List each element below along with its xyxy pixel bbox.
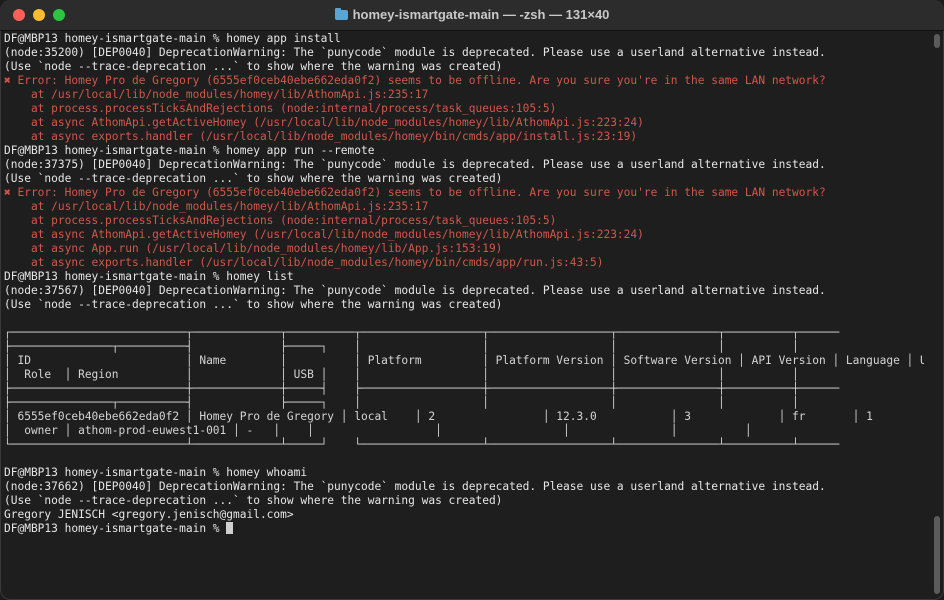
line-text: │ owner │ athom-prod-euwest1-001 │ - │ │… <box>4 424 752 437</box>
error-line: at async AthomApi.getActiveHomey (/usr/l… <box>4 116 924 130</box>
table-line: │ 6555ef0ceb40ebe662eda0f2 │ Homey Pro d… <box>4 410 924 424</box>
line-text: (Use `node --trace-deprecation ...` to s… <box>4 494 503 507</box>
terminal-window: homey-ismartgate-main — -zsh — 131×40 DF… <box>0 0 944 600</box>
error-line: at async exports.handler (/usr/local/lib… <box>4 256 924 270</box>
line-text: Gregory JENISCH <gregory.jenisch@gmail.c… <box>4 508 294 521</box>
table-line: ┌──────────────────────────┬────────────… <box>4 326 924 340</box>
output-line: (node:37567) [DEP0040] DeprecationWarnin… <box>4 284 924 298</box>
table-line: │ ID │ Name │ │ Platform │ Platform Vers… <box>4 354 924 368</box>
command-line: DF@MBP13 homey-ismartgate-main % homey a… <box>4 32 924 46</box>
line-text: DF@MBP13 homey-ismartgate-main % homey w… <box>4 466 308 479</box>
line-text: (node:37662) [DEP0040] DeprecationWarnin… <box>4 480 826 493</box>
line-text: (Use `node --trace-deprecation ...` to s… <box>4 298 503 311</box>
error-line: at async AthomApi.getActiveHomey (/usr/l… <box>4 228 924 242</box>
window-title: homey-ismartgate-main — -zsh — 131×40 <box>0 7 944 22</box>
output-line: Gregory JENISCH <gregory.jenisch@gmail.c… <box>4 508 924 522</box>
text-cursor <box>226 522 234 534</box>
line-text: at process.processTicksAndRejections (no… <box>4 102 557 115</box>
error-line: at /usr/local/lib/node_modules/homey/lib… <box>4 88 924 102</box>
line-text: │ 6555ef0ceb40ebe662eda0f2 │ Homey Pro d… <box>4 410 873 423</box>
output-line: (node:37662) [DEP0040] DeprecationWarnin… <box>4 480 924 494</box>
output-line: (Use `node --trace-deprecation ...` to s… <box>4 172 924 186</box>
output-line: (Use `node --trace-deprecation ...` to s… <box>4 60 924 74</box>
error-line: at /usr/local/lib/node_modules/homey/lib… <box>4 200 924 214</box>
line-text: at async AthomApi.getActiveHomey (/usr/l… <box>4 116 644 129</box>
line-text: DF@MBP13 homey-ismartgate-main % homey l… <box>4 270 294 283</box>
table-line: ├──────────────────────────┼────────────… <box>4 382 924 396</box>
line-text: DF@MBP13 homey-ismartgate-main % homey a… <box>4 144 375 157</box>
line-text: (Use `node --trace-deprecation ...` to s… <box>4 60 503 73</box>
command-line: DF@MBP13 homey-ismartgate-main % homey a… <box>4 144 924 158</box>
line-text: at async App.run (/usr/local/lib/node_mo… <box>4 242 503 255</box>
line-text: (node:37567) [DEP0040] DeprecationWarnin… <box>4 284 826 297</box>
line-text: at async AthomApi.getActiveHomey (/usr/l… <box>4 228 644 241</box>
line-text: ✖ Error: Homey Pro de Gregory (6555ef0ce… <box>4 186 826 199</box>
line-text: DF@MBP13 homey-ismartgate-main % homey a… <box>4 32 341 45</box>
table-line: │ owner │ athom-prod-euwest1-001 │ - │ │… <box>4 424 924 438</box>
line-text: │ Role │ Region │ │ USB │ │ │ │ │ │ <box>4 368 799 381</box>
line-text: ├───────────────┬──────────┤ ├─────┐ │ │… <box>4 340 799 353</box>
line-text: (Use `node --trace-deprecation ...` to s… <box>4 172 503 185</box>
output-line: (node:37375) [DEP0040] DeprecationWarnin… <box>4 158 924 172</box>
table-line: ├───────────────┬──────────┤ ├─────┐ │ │… <box>4 396 924 410</box>
line-text: (node:35200) [DEP0040] DeprecationWarnin… <box>4 46 826 59</box>
output-line: (Use `node --trace-deprecation ...` to s… <box>4 494 924 508</box>
command-line: DF@MBP13 homey-ismartgate-main % homey l… <box>4 270 924 284</box>
error-line: at async exports.handler (/usr/local/lib… <box>4 130 924 144</box>
line-text: └──────────────────────────┴────────────… <box>4 438 840 451</box>
error-line: at async App.run (/usr/local/lib/node_mo… <box>4 242 924 256</box>
error-line: ✖ Error: Homey Pro de Gregory (6555ef0ce… <box>4 74 924 88</box>
command-line: DF@MBP13 homey-ismartgate-main % homey w… <box>4 466 924 480</box>
table-line: ├───────────────┬──────────┤ ├─────┐ │ │… <box>4 340 924 354</box>
line-text: ✖ Error: Homey Pro de Gregory (6555ef0ce… <box>4 74 826 87</box>
line-text: │ ID │ Name │ │ Platform │ Platform Vers… <box>4 354 924 367</box>
line-text: at /usr/local/lib/node_modules/homey/lib… <box>4 88 429 101</box>
window-title-text: homey-ismartgate-main — -zsh — 131×40 <box>352 7 610 22</box>
prompt-line: DF@MBP13 homey-ismartgate-main % <box>4 522 924 536</box>
terminal-output[interactable]: DF@MBP13 homey-ismartgate-main % homey a… <box>4 32 924 596</box>
table-line: │ Role │ Region │ │ USB │ │ │ │ │ │ <box>4 368 924 382</box>
folder-icon <box>334 8 348 20</box>
line-text: ├───────────────┬──────────┤ ├─────┐ │ │… <box>4 396 799 409</box>
line-text: ┌──────────────────────────┬────────────… <box>4 326 840 339</box>
line-text: at async exports.handler (/usr/local/lib… <box>4 130 638 143</box>
line-text: ├──────────────────────────┼────────────… <box>4 382 840 395</box>
scrollbar[interactable] <box>932 32 942 596</box>
title-bar[interactable]: homey-ismartgate-main — -zsh — 131×40 <box>0 0 944 31</box>
line-text: at /usr/local/lib/node_modules/homey/lib… <box>4 200 429 213</box>
scrollbar-thumb-top[interactable] <box>934 34 940 48</box>
table-line: └──────────────────────────┴────────────… <box>4 438 924 452</box>
line-text: at process.processTicksAndRejections (no… <box>4 214 557 227</box>
line-text: (node:37375) [DEP0040] DeprecationWarnin… <box>4 158 826 171</box>
scrollbar-thumb[interactable] <box>934 516 940 594</box>
error-line: ✖ Error: Homey Pro de Gregory (6555ef0ce… <box>4 186 924 200</box>
line-text: DF@MBP13 homey-ismartgate-main % <box>4 522 227 535</box>
error-line: at process.processTicksAndRejections (no… <box>4 214 924 228</box>
line-text: at async exports.handler (/usr/local/lib… <box>4 256 604 269</box>
output-line: (Use `node --trace-deprecation ...` to s… <box>4 298 924 312</box>
output-line: (node:35200) [DEP0040] DeprecationWarnin… <box>4 46 924 60</box>
error-line: at process.processTicksAndRejections (no… <box>4 102 924 116</box>
